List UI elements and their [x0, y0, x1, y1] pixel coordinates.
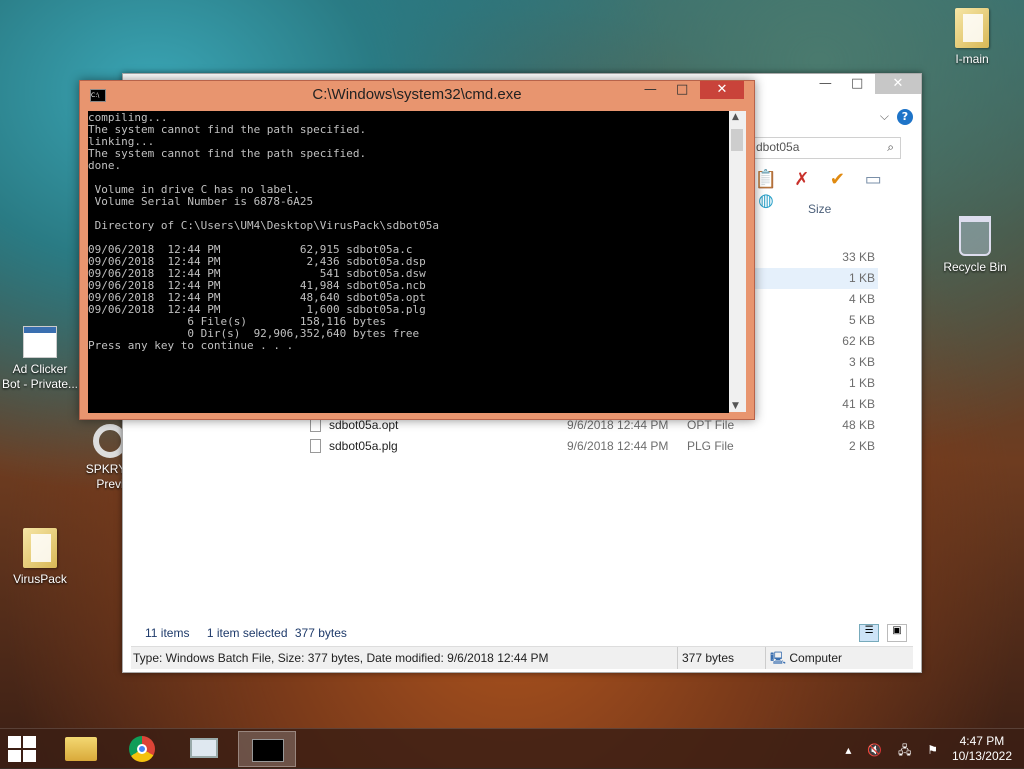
file-row[interactable]: sdbot05a.plg 9/6/2018 12:44 PM PLG File 2 K…	[303, 436, 878, 457]
cmd-icon	[252, 739, 284, 762]
selection-size: 377 bytes	[294, 626, 347, 640]
file-size: 41 KB	[842, 397, 875, 411]
taskbar-task-manager[interactable]	[176, 731, 234, 767]
delete-icon[interactable]: ✗	[787, 169, 817, 190]
windows-logo-icon	[8, 750, 21, 762]
file-explorer-icon	[65, 737, 97, 761]
windows-logo-icon	[23, 750, 36, 762]
scroll-down-icon[interactable]: ▼	[732, 401, 739, 411]
close-button[interactable]: ✕	[700, 81, 744, 99]
desktop-icon-label: Ad Clicker	[12, 362, 68, 376]
file-type: PLG File	[687, 439, 734, 453]
file-size: 5 KB	[848, 313, 875, 327]
clock-time: 4:47 PM	[959, 734, 1005, 748]
details-view-icon[interactable]: ☰	[859, 624, 880, 642]
taskbar: ▴ 🔇 🖧 ⚑ 4:47 PM 10/13/2022	[0, 728, 1024, 769]
desktop-icon-label: Bot - Private...	[1, 377, 79, 391]
chevron-up-icon[interactable]: ▴	[845, 743, 851, 757]
desktop-icon-label: I-main	[955, 52, 989, 66]
globe-icon[interactable]: ◍	[751, 190, 781, 211]
explorer-window-controls: — □ ✕	[811, 74, 921, 94]
minimize-button[interactable]: —	[811, 74, 839, 94]
console-output[interactable]: compiling... The system cannot find the …	[88, 111, 729, 413]
volume-muted-icon[interactable]: 🔇	[867, 743, 882, 757]
desktop-icon-label: Recycle Bin	[943, 260, 1007, 274]
search-input[interactable]: dbot05a ⌕	[751, 137, 901, 159]
paste-icon[interactable]: 📋	[751, 169, 781, 190]
file-size: 2 KB	[848, 439, 875, 453]
desktop-icon-recycle-bin[interactable]: Recycle Bin	[935, 216, 1015, 275]
monitor-icon	[190, 738, 218, 758]
chevron-down-icon[interactable]: ⌵	[880, 109, 889, 124]
file-size: 33 KB	[842, 250, 875, 264]
application-icon	[23, 326, 57, 358]
details-bar: Type: Windows Batch File, Size: 377 byte…	[131, 646, 913, 669]
view-switcher: ☰ ▣	[855, 622, 907, 642]
cmd-window[interactable]: C:\ C:\Windows\system32\cmd.exe — □ ✕ co…	[79, 80, 755, 420]
desktop-icon-viruspack[interactable]: VirusPack	[0, 528, 80, 587]
vertical-scrollbar[interactable]: ▲ ▼	[729, 111, 746, 412]
desktop-icon-label: VirusPack	[13, 572, 67, 586]
help-button[interactable]: ?	[897, 109, 913, 125]
search-value: dbot05a	[756, 140, 800, 154]
minimize-button[interactable]: —	[636, 81, 664, 99]
desktop-icon-i-main[interactable]: I-main	[932, 8, 1012, 67]
location-text: 🖳 Computer	[765, 647, 842, 669]
folder-icon	[23, 528, 57, 568]
location-label: Computer	[789, 651, 843, 665]
maximize-button[interactable]: □	[668, 81, 696, 99]
file-size: 1 KB	[848, 271, 875, 285]
windows-logo-icon	[8, 736, 21, 748]
scrollbar-thumb[interactable]	[731, 129, 743, 151]
start-button[interactable]	[8, 736, 38, 762]
file-size: 3 KB	[848, 355, 875, 369]
file-size: 1 KB	[848, 376, 875, 390]
clock[interactable]: 4:47 PM 10/13/2022	[952, 734, 1012, 764]
search-icon: ⌕	[887, 140, 894, 154]
action-center-icon[interactable]: ⚑	[927, 743, 938, 757]
scroll-up-icon[interactable]: ▲	[732, 112, 739, 122]
taskbar-cmd[interactable]	[238, 731, 296, 767]
close-button[interactable]: ✕	[875, 74, 921, 94]
file-date: 9/6/2018 12:44 PM	[567, 439, 669, 453]
maximize-button[interactable]: □	[843, 74, 871, 94]
checkmark-icon[interactable]: ✔	[822, 169, 852, 190]
file-icon	[310, 418, 321, 432]
file-icon	[310, 439, 321, 453]
taskbar-chrome[interactable]	[114, 731, 172, 767]
item-count: 11 items	[145, 626, 190, 640]
clock-date: 10/13/2022	[951, 749, 1012, 763]
file-size: 4 KB	[848, 292, 875, 306]
selection-count: 1 item selected	[206, 626, 288, 640]
cmd-window-controls: — □ ✕	[636, 81, 744, 99]
column-header-size[interactable]: Size	[808, 202, 831, 216]
network-icon[interactable]: 🖧	[898, 743, 911, 757]
desktop-icon-ad-clicker[interactable]: Ad Clicker Bot - Private...	[0, 326, 80, 392]
file-size: 48 KB	[842, 418, 875, 432]
file-size-text: 377 bytes	[677, 647, 762, 669]
properties-icon[interactable]: ▭	[858, 169, 888, 190]
chrome-icon	[129, 736, 155, 762]
file-size: 62 KB	[842, 334, 875, 348]
file-name: sdbot05a.plg	[329, 439, 398, 453]
recycle-bin-icon	[959, 216, 991, 256]
status-bar: 11 items 1 item selected 377 bytes	[145, 626, 361, 640]
file-details-text: Type: Windows Batch File, Size: 377 byte…	[133, 651, 549, 665]
computer-icon: 🖳	[770, 651, 787, 665]
large-icons-view-icon[interactable]: ▣	[887, 624, 907, 642]
folder-icon	[955, 8, 989, 48]
toolbar: 📋 ✗ ✔ ▭ ◍	[751, 169, 921, 211]
taskbar-file-explorer[interactable]	[52, 731, 110, 767]
system-tray: ▴ 🔇 🖧 ⚑	[833, 741, 938, 762]
windows-logo-icon	[23, 736, 36, 748]
